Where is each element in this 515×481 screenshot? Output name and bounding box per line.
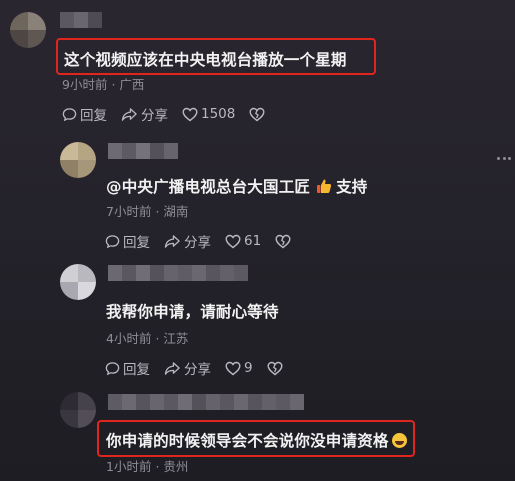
username-pixelated[interactable] bbox=[108, 394, 304, 410]
username-pixelated[interactable] bbox=[108, 143, 178, 159]
heart-icon bbox=[225, 361, 241, 375]
dislike-button[interactable] bbox=[275, 234, 294, 249]
comment-meta: 9小时前 · 广西 bbox=[62, 74, 144, 93]
share-label: 分享 bbox=[184, 362, 211, 378]
comment-text-suffix: 支持 bbox=[336, 178, 368, 196]
avatar[interactable] bbox=[60, 142, 96, 178]
comment-actions: 回复 分享 61 bbox=[105, 231, 308, 251]
dislike-button[interactable] bbox=[267, 361, 286, 376]
avatar[interactable] bbox=[10, 12, 46, 48]
comment-text: 我帮你申请，请耐心等待 bbox=[106, 303, 279, 321]
comment-meta: 4小时前 · 江苏 bbox=[106, 328, 188, 347]
reply-label: 回复 bbox=[123, 235, 150, 251]
broken-heart-icon bbox=[267, 361, 283, 375]
heart-icon bbox=[182, 107, 198, 121]
share-button[interactable]: 分享 bbox=[121, 104, 168, 124]
share-label: 分享 bbox=[184, 235, 211, 251]
meta-separator: · bbox=[155, 331, 160, 346]
reply-label: 回复 bbox=[123, 362, 150, 378]
reply-button[interactable]: 回复 bbox=[105, 358, 150, 378]
speech-bubble-icon bbox=[62, 107, 77, 121]
comment-text: @中央广播电视总台大国工匠 支持 bbox=[106, 175, 368, 197]
like-count: 61 bbox=[244, 233, 262, 249]
highlight-box bbox=[56, 38, 376, 75]
comment-time: 1小时前 bbox=[106, 459, 152, 474]
share-label: 分享 bbox=[141, 108, 168, 124]
meta-separator: · bbox=[155, 204, 160, 219]
comment-actions: 回复 分享 9 bbox=[105, 358, 300, 378]
comment-actions: 回复 分享 1508 bbox=[62, 104, 282, 124]
avatar[interactable] bbox=[60, 392, 96, 428]
broken-heart-icon bbox=[275, 234, 291, 248]
highlight-box bbox=[97, 420, 415, 457]
heart-icon bbox=[225, 234, 241, 248]
speech-bubble-icon bbox=[105, 234, 120, 248]
comment-location: 贵州 bbox=[163, 459, 189, 474]
meta-separator: · bbox=[155, 459, 160, 474]
username-pixelated[interactable] bbox=[108, 265, 248, 281]
like-button[interactable]: 1508 bbox=[182, 106, 235, 122]
share-button[interactable]: 分享 bbox=[164, 231, 211, 251]
broken-heart-icon bbox=[249, 107, 265, 121]
comment-meta: 1小时前 · 贵州 bbox=[106, 456, 188, 475]
share-arrow-icon bbox=[121, 107, 137, 121]
comment-location: 湖南 bbox=[163, 204, 189, 219]
like-count: 1508 bbox=[201, 106, 236, 122]
avatar[interactable] bbox=[60, 264, 96, 300]
share-arrow-icon bbox=[164, 361, 180, 375]
comment-time: 9小时前 bbox=[62, 77, 108, 92]
comment-time: 7小时前 bbox=[106, 204, 152, 219]
meta-separator: · bbox=[111, 77, 116, 92]
reply-button[interactable]: 回复 bbox=[62, 104, 107, 124]
comment-time: 4小时前 bbox=[106, 331, 152, 346]
thumbs-up-emoji bbox=[317, 179, 332, 193]
username-pixelated[interactable] bbox=[60, 12, 102, 28]
speech-bubble-icon bbox=[105, 361, 120, 375]
share-button[interactable]: 分享 bbox=[164, 358, 211, 378]
dislike-button[interactable] bbox=[249, 107, 268, 122]
more-options-icon[interactable] bbox=[497, 157, 511, 161]
like-button[interactable]: 9 bbox=[225, 360, 253, 376]
reply-label: 回复 bbox=[80, 108, 107, 124]
reply-button[interactable]: 回复 bbox=[105, 231, 150, 251]
comment-location: 广西 bbox=[119, 77, 145, 92]
comment-meta: 7小时前 · 湖南 bbox=[106, 201, 188, 220]
share-arrow-icon bbox=[164, 234, 180, 248]
like-button[interactable]: 61 bbox=[225, 233, 261, 249]
mention-text[interactable]: @中央广播电视总台大国工匠 bbox=[106, 178, 310, 196]
like-count: 9 bbox=[244, 360, 253, 376]
comment-location: 江苏 bbox=[163, 331, 189, 346]
